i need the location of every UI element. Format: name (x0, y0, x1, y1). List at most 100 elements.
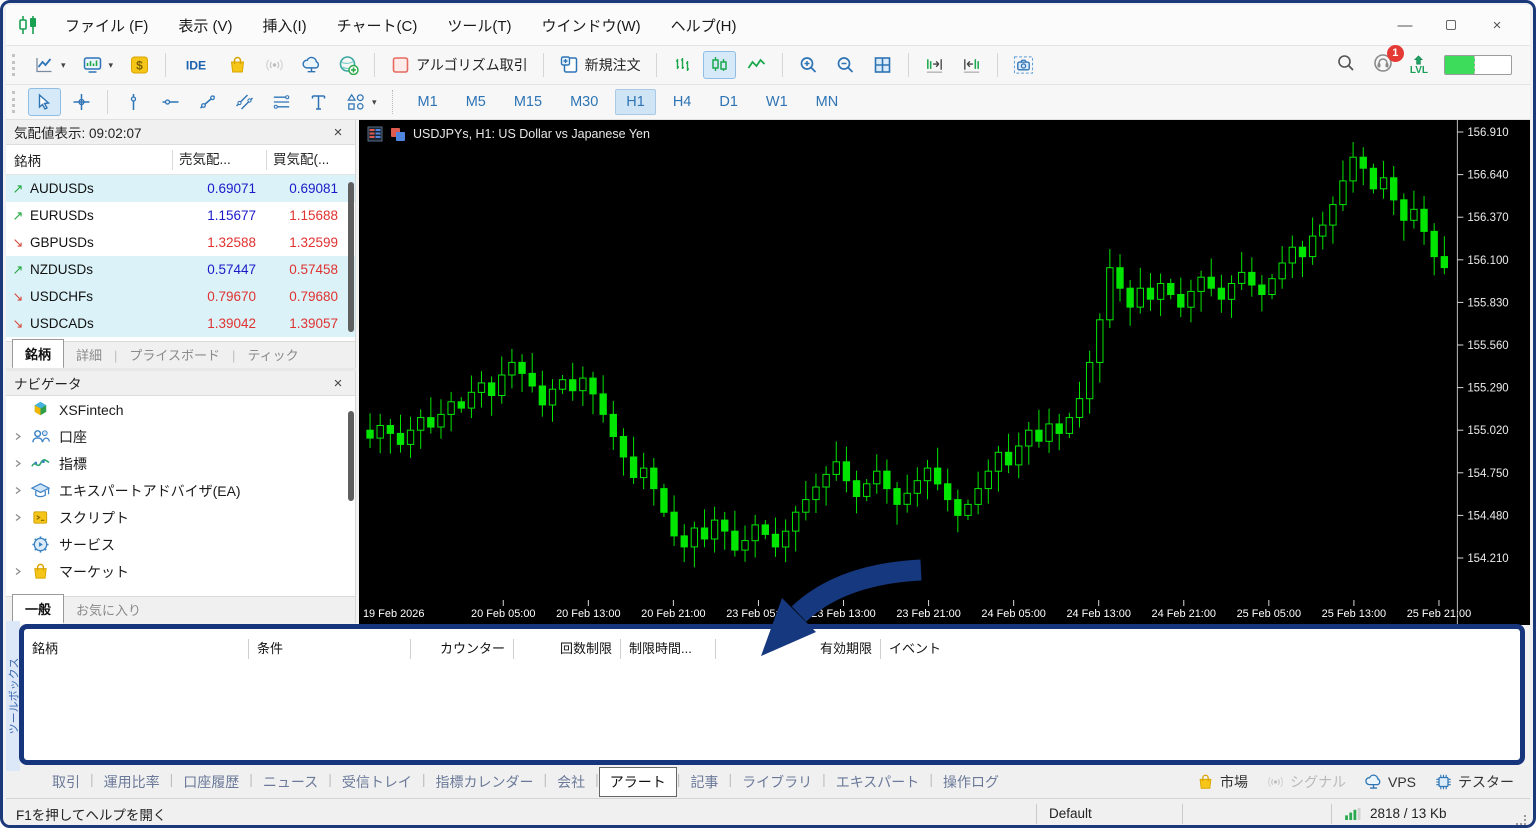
market-watch-column-1[interactable]: 売気配... (172, 149, 266, 170)
bottom-tab-9[interactable]: ライブラリ (732, 768, 822, 796)
expander-chevron-icon[interactable] (14, 481, 30, 500)
navigator-item-4[interactable]: スクリプト (6, 504, 355, 531)
close-icon[interactable]: × (329, 124, 347, 141)
menu-item-6[interactable]: ヘルプ(H) (656, 9, 752, 42)
market-watch-row-EURUSDs[interactable]: ↗ EURUSDs 1.15677 1.15688 (6, 202, 355, 229)
restore-button[interactable] (1432, 11, 1470, 39)
navigator-item-0[interactable]: XSFintech (6, 396, 355, 423)
expander-chevron-icon[interactable] (14, 508, 30, 527)
timeframe-D1[interactable]: D1 (708, 89, 749, 115)
menu-item-0[interactable]: ファイル (F) (50, 9, 163, 42)
dropdown-caret-icon[interactable]: ▾ (61, 60, 66, 71)
horizontal-line-button[interactable] (154, 88, 187, 116)
cloud-button[interactable] (295, 51, 328, 79)
timeframe-M15[interactable]: M15 (503, 89, 553, 115)
timeframe-M30[interactable]: M30 (559, 89, 609, 115)
status-profile[interactable]: Default (1037, 806, 1182, 821)
alerts-column-1[interactable]: 条件 (249, 639, 411, 659)
menu-item-2[interactable]: 挿入(I) (248, 9, 322, 42)
navigator-tab-0[interactable]: 一般 (12, 594, 65, 624)
market-watch-row-AUDUSDs[interactable]: ↗ AUDUSDs 0.69071 0.69081 (6, 175, 355, 202)
channel-button[interactable] (228, 88, 261, 116)
bottom-tab-5[interactable]: 指標カレンダー (426, 768, 544, 796)
bottom-right-1[interactable]: シグナル (1266, 772, 1346, 792)
cursor-button[interactable] (28, 88, 61, 116)
timeframe-M1[interactable]: M1 (407, 89, 449, 115)
market-watch-column-0[interactable]: 銘柄 (6, 150, 172, 170)
candlestick-chart[interactable]: 156.910 156.640 156.370 156.100 155.830 155.5… (359, 120, 1530, 625)
level-indicator[interactable]: LVL (1410, 54, 1428, 76)
bottom-tab-0[interactable]: 取引 (42, 768, 90, 796)
market-watch-column-2[interactable]: 買気配(... (266, 149, 348, 170)
bottom-right-3[interactable]: テスター (1434, 772, 1514, 792)
bottom-tab-7[interactable]: アラート (598, 766, 677, 797)
resize-grip[interactable] (1516, 815, 1526, 825)
alerts-column-3[interactable]: 回数制限 (514, 639, 621, 659)
chart-line-button[interactable]: ▾ (28, 51, 72, 79)
market-bag-button[interactable] (221, 51, 254, 79)
timeframe-W1[interactable]: W1 (755, 89, 799, 115)
bottom-tab-2[interactable]: 口座履歴 (173, 768, 249, 796)
shapes-button[interactable]: ▾ (339, 88, 383, 116)
bottom-tab-11[interactable]: 操作ログ (933, 768, 1009, 796)
market-watch-row-GBPUSDs[interactable]: ↘ GBPUSDs 1.32588 1.32599 (6, 229, 355, 256)
close-icon[interactable]: × (329, 375, 347, 392)
close-button[interactable]: × (1478, 11, 1516, 39)
chart-area[interactable]: 156.910 156.640 156.370 156.100 155.830 155.5… (359, 120, 1530, 625)
timeframe-H1[interactable]: H1 (615, 89, 656, 115)
navigator-item-5[interactable]: サービス (6, 531, 355, 558)
alerts-column-6[interactable]: イベント (881, 639, 991, 659)
search-icon[interactable] (1336, 53, 1356, 78)
navigator-item-2[interactable]: 指標 (6, 450, 355, 477)
line-chart-button[interactable] (740, 51, 773, 79)
expander-chevron-icon[interactable] (14, 562, 30, 581)
alerts-column-5[interactable]: 有効期限 (716, 639, 881, 659)
shift-left-button[interactable] (955, 51, 988, 79)
navigator-item-1[interactable]: 口座 (6, 423, 355, 450)
market-watch-tab-3[interactable]: ティック (235, 341, 310, 368)
alerts-column-4[interactable]: 制限時間... (621, 639, 716, 659)
candles-chart-button[interactable] (702, 51, 736, 79)
menu-item-3[interactable]: チャート(C) (322, 9, 433, 42)
bottom-tab-4[interactable]: 受信トレイ (332, 768, 422, 796)
navigator-item-3[interactable]: エキスパートアドバイザ(EA) (6, 477, 355, 504)
minimize-button[interactable]: — (1386, 11, 1424, 39)
alerts-column-0[interactable]: 銘柄 (24, 639, 249, 659)
market-watch-row-NZDUSDs[interactable]: ↗ NZDUSDs 0.57447 0.57458 (6, 256, 355, 283)
tile-windows-button[interactable] (866, 51, 899, 79)
bars-chart-button[interactable] (666, 51, 699, 79)
depth-of-market-icon[interactable] (367, 126, 383, 142)
toolbar-drag-handle[interactable] (12, 54, 18, 76)
menu-item-1[interactable]: 表示 (V) (163, 9, 247, 42)
menu-item-4[interactable]: ツール(T) (432, 9, 526, 42)
algo-checkbox-button[interactable]: アルゴリズム取引 (384, 51, 534, 79)
toolbar-drag-handle[interactable] (12, 91, 18, 113)
expander-chevron-icon[interactable] (14, 454, 30, 473)
timeframe-H4[interactable]: H4 (662, 89, 703, 115)
bottom-tab-3[interactable]: ニュース (253, 768, 328, 796)
menu-item-5[interactable]: ウインドウ(W) (527, 9, 656, 42)
toolbox-vertical-tab[interactable]: ツールボックス (6, 621, 20, 771)
bottom-right-2[interactable]: VPS (1364, 773, 1416, 791)
navigator-tab-1[interactable]: お気に入り (64, 596, 153, 623)
bottom-right-0[interactable]: 市場 (1196, 772, 1248, 792)
shift-right-button[interactable] (918, 51, 951, 79)
market-watch-row-USDCADs[interactable]: ↘ USDCADs 1.39042 1.39057 (6, 310, 355, 337)
navigator-titlebar[interactable]: ナビゲータ × (6, 371, 355, 396)
market-watch-tab-2[interactable]: プライスボード (117, 341, 232, 368)
trendline-button[interactable] (191, 88, 224, 116)
chart-profile-button[interactable]: ▾ (76, 51, 120, 79)
signal-broadcast-button[interactable] (258, 51, 291, 79)
market-watch-scrollbar[interactable] (348, 182, 354, 332)
ide-badge-button[interactable]: IDE (175, 51, 217, 79)
support-icon[interactable]: 1 (1372, 44, 1404, 79)
vertical-line-button[interactable] (117, 88, 150, 116)
dollar-button[interactable]: $ (123, 51, 156, 79)
bottom-tab-6[interactable]: 会社 (547, 768, 595, 796)
bottom-tab-10[interactable]: エキスパート (826, 768, 930, 796)
fibo-lines-button[interactable] (265, 88, 298, 116)
dropdown-caret-icon[interactable]: ▾ (372, 97, 377, 108)
navigator-scrollbar[interactable] (348, 411, 354, 501)
new-order-button[interactable]: 新規注文 (553, 51, 647, 79)
market-watch-row-USDCHFs[interactable]: ↘ USDCHFs 0.79670 0.79680 (6, 283, 355, 310)
